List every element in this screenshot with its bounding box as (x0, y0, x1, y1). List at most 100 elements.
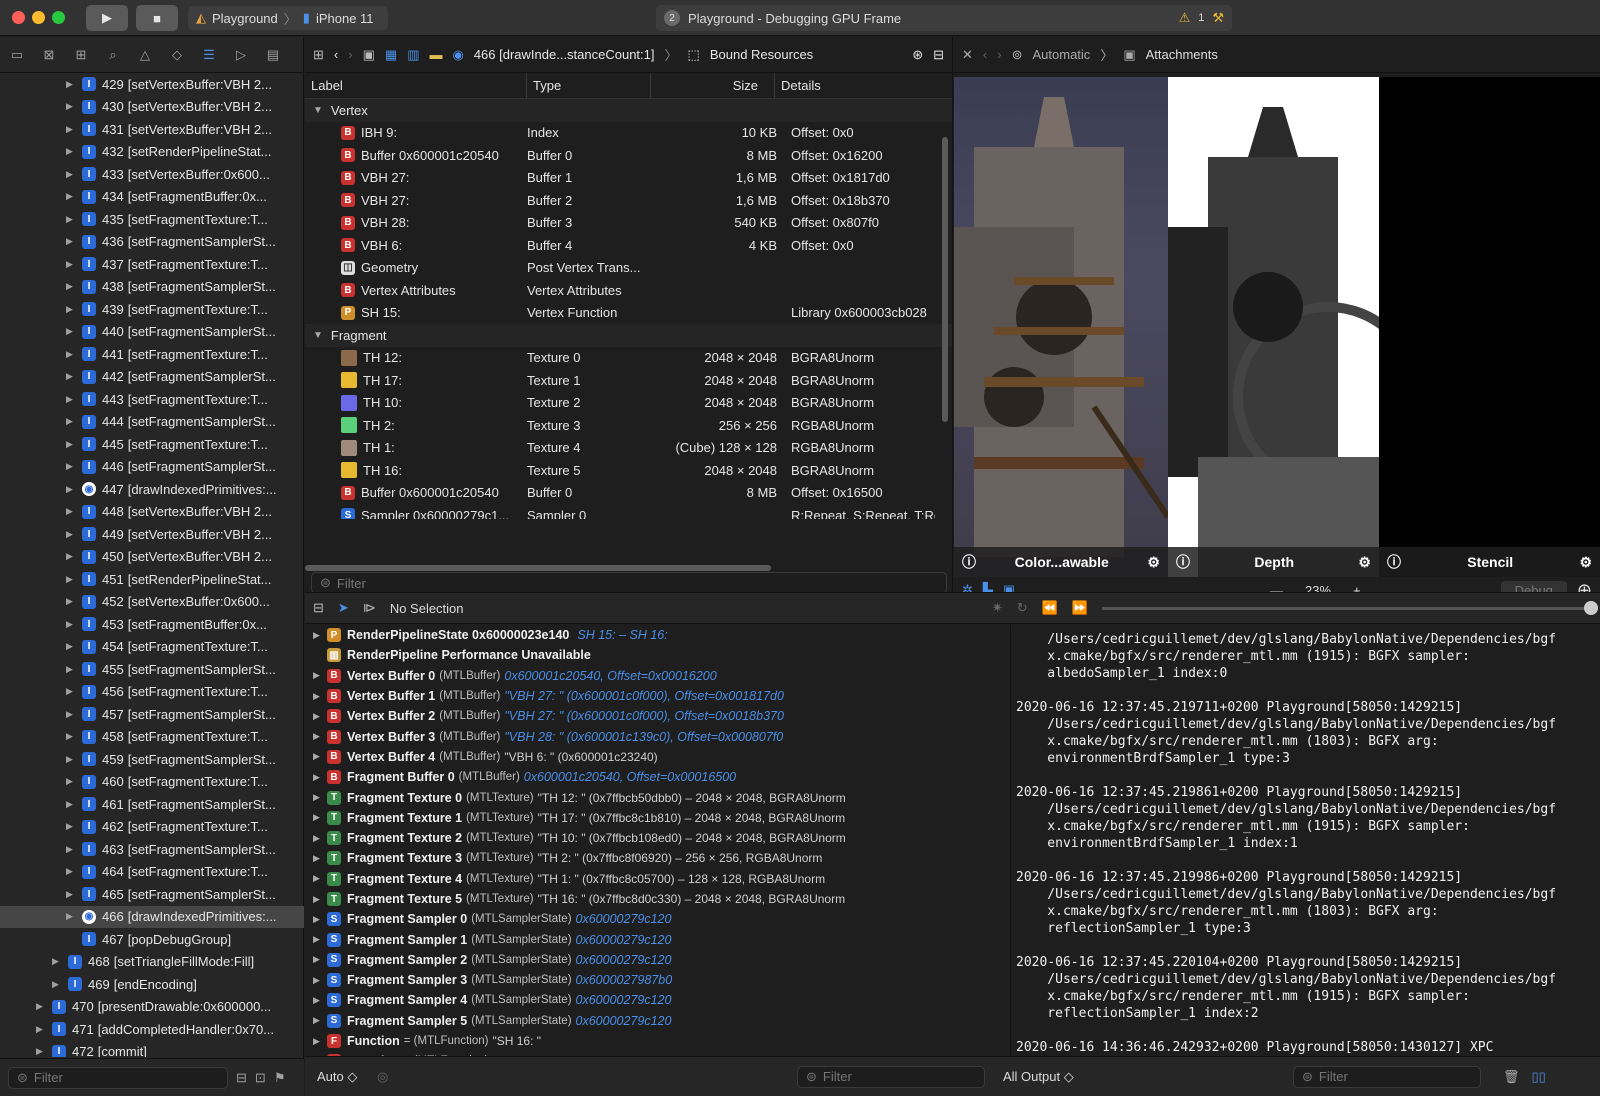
disclosure-triangle-icon[interactable]: ▶ (313, 691, 327, 702)
disclosure-triangle-icon[interactable]: ▶ (66, 259, 76, 270)
disclosure-triangle-icon[interactable]: ▶ (313, 833, 327, 844)
disclosure-triangle-icon[interactable]: ▶ (66, 214, 76, 225)
disclosure-triangle-icon[interactable]: ▶ (66, 641, 76, 652)
tree-row[interactable]: ▶ I 456 [setFragmentTexture:T... (0, 681, 304, 704)
stop-button[interactable]: ■ (136, 5, 178, 31)
resource-row[interactable]: B Buffer 0x600001c20540 Buffer 0 8 MB Offset… (305, 482, 952, 505)
bug-icon[interactable]: ✷ (992, 600, 1003, 616)
horizontal-scrollbar[interactable] (305, 565, 771, 571)
resource-row[interactable]: S Sampler 0x60000279c1... Sampler 0 R:Repea… (305, 504, 952, 519)
tree-row[interactable]: ▶ I 446 [setFragmentSamplerSt... (0, 456, 304, 479)
tree-row[interactable]: ▶ I 457 [setFragmentSamplerSt... (0, 703, 304, 726)
disclosure-triangle-icon[interactable]: ▶ (313, 670, 327, 681)
tree-row[interactable]: ▶ I 455 [setFragmentSamplerSt... (0, 658, 304, 681)
tree-row[interactable]: ▶ I 438 [setFragmentSamplerSt... (0, 276, 304, 299)
disclosure-triangle-icon[interactable]: ▶ (66, 664, 76, 675)
hide-debug-area-icon[interactable]: ⊟ (313, 600, 324, 616)
tree-row[interactable]: ▶ I 453 [setFragmentBuffer:0x... (0, 613, 304, 636)
tree-row[interactable]: ▶ I 431 [setVertexBuffer:VBH 2... (0, 118, 304, 141)
stencil-attachment[interactable]: ⓘ Stencil ⚙ (1379, 77, 1600, 577)
variable-row[interactable]: ▶ S Fragment Sampler 1 (MTLSamplerState) 0x6… (305, 929, 1010, 949)
disclosure-triangle-icon[interactable]: ▶ (66, 799, 76, 810)
info-icon[interactable]: ⓘ (1176, 552, 1190, 572)
tree-row[interactable]: ▶ I 432 [setRenderPipelineStat... (0, 141, 304, 164)
disclosure-triangle-icon[interactable]: ▶ (66, 619, 76, 630)
resource-row[interactable]: TH 10: Texture 2 2048 × 2048 BGRA8Unorm (305, 392, 952, 415)
variable-row[interactable]: ▶ B Vertex Buffer 0 (MTLBuffer) 0x600001c205… (305, 666, 1010, 686)
resource-group[interactable]: ▼ Fragment (305, 324, 952, 347)
variable-row[interactable]: ▶ T Fragment Texture 1 (MTLTexture) "TH 17: … (305, 808, 1010, 828)
disclosure-triangle-icon[interactable]: ▶ (52, 956, 62, 967)
col-label[interactable]: Label (305, 73, 527, 98)
disclosure-triangle-icon[interactable]: ▶ (52, 979, 62, 990)
hierarchy-icon[interactable]: ⊟ (236, 1070, 247, 1086)
disclosure-triangle-icon[interactable]: ▶ (66, 146, 76, 157)
info-icon[interactable]: ⓘ (962, 552, 976, 572)
console-filter-input[interactable]: ⊜ Filter (1293, 1065, 1481, 1088)
gear-icon[interactable]: ⚙ (1579, 554, 1592, 571)
variable-row[interactable]: ▶ P RenderPipelineState 0x60000023e140 SH 1… (305, 625, 1010, 645)
tree-row[interactable]: ▶ I 439 [setFragmentTexture:T... (0, 298, 304, 321)
breadcrumb-draw-call[interactable]: 466 [drawInde...stanceCount:1] (474, 47, 655, 62)
zoom-window-button[interactable] (52, 11, 65, 24)
split-editor-icon[interactable]: ⊟ (933, 47, 944, 63)
disclosure-triangle-icon[interactable]: ▶ (66, 416, 76, 427)
variable-row[interactable]: ▶ B Vertex Buffer 3 (MTLBuffer) "VBH 28: " (… (305, 726, 1010, 746)
output-scope-popup[interactable]: All Output ◇ (1003, 1069, 1293, 1085)
disclosure-triangle-icon[interactable]: ▶ (66, 371, 76, 382)
step-over-icon[interactable]: ⧐ (363, 600, 376, 616)
resource-row[interactable]: TH 12: Texture 0 2048 × 2048 BGRA8Unorm (305, 347, 952, 370)
breadcrumb-attachments[interactable]: Attachments (1146, 47, 1218, 62)
issue-icon[interactable]: △ (136, 47, 154, 63)
test-icon[interactable]: ◇ (168, 47, 186, 63)
variable-row[interactable]: ▶ B Vertex Buffer 1 (MTLBuffer) "VBH 27: " (… (305, 686, 1010, 706)
tree-row[interactable]: ▶ I 451 [setRenderPipelineStat... (0, 568, 304, 591)
tree-row[interactable]: ▶ I 470 [presentDrawable:0x600000... (0, 996, 304, 1019)
disclosure-triangle-icon[interactable]: ▶ (313, 1036, 327, 1047)
symbol-icon[interactable]: ⊞ (72, 47, 90, 63)
find-icon[interactable]: ⌕ (104, 47, 122, 63)
tree-row[interactable]: ▶ I 454 [setFragmentTexture:T... (0, 636, 304, 659)
tree-row[interactable]: ▶ I 450 [setVertexBuffer:VBH 2... (0, 546, 304, 569)
tree-row[interactable]: ▶ I 472 [commit] (0, 1041, 304, 1057)
disclosure-triangle-icon[interactable]: ▶ (66, 79, 76, 90)
disclosure-triangle-icon[interactable]: ▶ (313, 792, 327, 803)
disclosure-triangle-icon[interactable]: ▶ (66, 484, 76, 495)
resource-row[interactable]: TH 17: Texture 1 2048 × 2048 BGRA8Unorm (305, 369, 952, 392)
variable-row[interactable]: ▶ T Fragment Texture 5 (MTLTexture) "TH 16: … (305, 889, 1010, 909)
variable-row[interactable]: ▶ B Fragment Buffer 0 (MTLBuffer) 0x600001c2… (305, 767, 1010, 787)
disclosure-triangle-icon[interactable]: ▶ (66, 349, 76, 360)
disclosure-triangle-icon[interactable]: ▶ (66, 394, 76, 405)
back-icon[interactable]: ‹ (334, 47, 338, 62)
col-size[interactable]: Size (651, 73, 775, 98)
tree-row[interactable]: ▶ I 442 [setFragmentSamplerSt... (0, 366, 304, 389)
variable-row[interactable]: ▶ S Fragment Sampler 4 (MTLSamplerState) 0x6… (305, 990, 1010, 1010)
breadcrumb-current[interactable]: Bound Resources (710, 47, 813, 62)
tree-row[interactable]: ▶ I 434 [setFragmentBuffer:0x... (0, 186, 304, 209)
disclosure-triangle-icon[interactable]: ▶ (36, 1046, 46, 1057)
back-icon[interactable]: ‹ (983, 47, 987, 62)
tree-row[interactable]: ▶ I 452 [setVertexBuffer:0x600... (0, 591, 304, 614)
resources-filter-input[interactable]: ⊜ Filter (311, 572, 947, 594)
tree-row[interactable]: ▶ I 448 [setVertexBuffer:VBH 2... (0, 501, 304, 524)
variable-row[interactable]: ▶ S Fragment Sampler 2 (MTLSamplerState) 0x6… (305, 950, 1010, 970)
tree-row[interactable]: ▶ I 445 [setFragmentTexture:T... (0, 433, 304, 456)
timeline-slider[interactable] (1102, 600, 1598, 615)
navigator-filter-input[interactable]: ⊜ Filter (8, 1066, 228, 1089)
tree-row[interactable]: ▶ I 433 [setVertexBuffer:0x600... (0, 163, 304, 186)
variable-row[interactable]: ▶ B Vertex Buffer 4 (MTLBuffer) "VBH 6: " (0… (305, 747, 1010, 767)
depth-attachment[interactable]: ⓘ Depth ⚙ (1168, 77, 1423, 577)
tree-row[interactable]: ▶ ◉ 447 [drawIndexedPrimitives:... (0, 478, 304, 501)
tree-row[interactable]: ▶ I 436 [setFragmentSamplerSt... (0, 231, 304, 254)
tree-row[interactable]: ▶ I 430 [setVertexBuffer:VBH 2... (0, 96, 304, 119)
tree-row[interactable]: ▶ I 440 [setFragmentSamplerSt... (0, 321, 304, 344)
tree-row[interactable]: ▶ I 464 [setFragmentTexture:T... (0, 861, 304, 884)
disclosure-triangle-icon[interactable]: ▶ (66, 596, 76, 607)
debug-icon[interactable]: ☰ (200, 47, 218, 63)
disclosure-triangle-icon[interactable]: ▶ (313, 934, 327, 945)
tree-row[interactable]: ▶ I 465 [setFragmentSamplerSt... (0, 883, 304, 906)
warning-icon[interactable]: ⚠ (1179, 10, 1191, 26)
disclosure-triangle-icon[interactable]: ▶ (66, 731, 76, 742)
grid-icon[interactable]: ⊞ (313, 47, 324, 63)
disclosure-triangle-icon[interactable]: ▶ (66, 709, 76, 720)
